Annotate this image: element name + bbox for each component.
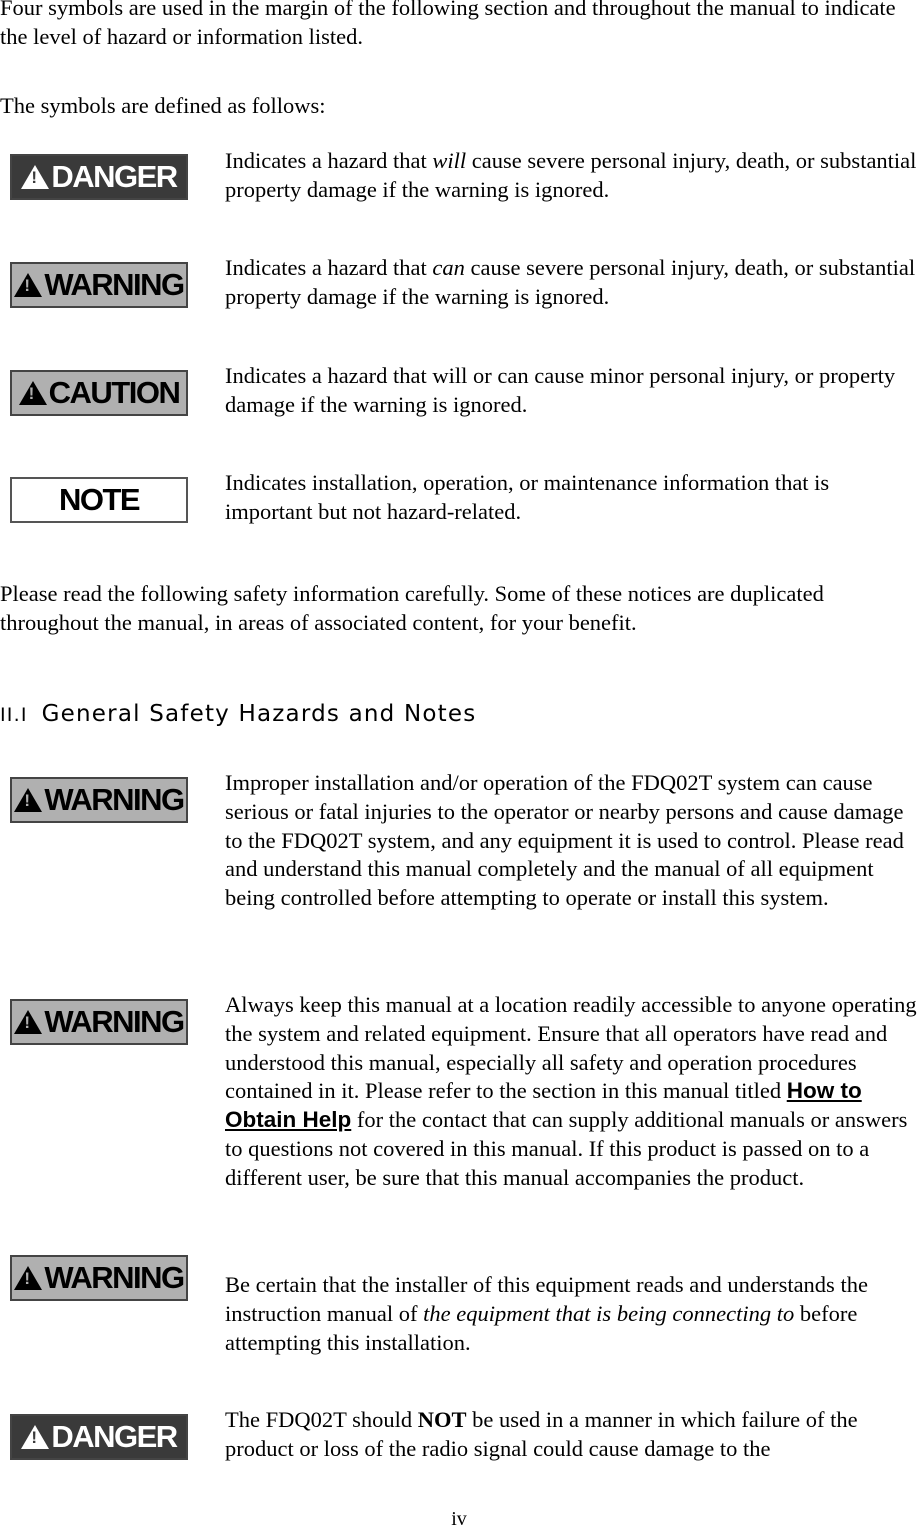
section-heading: II.I General Safety Hazards and Notes [0, 701, 477, 727]
note-definition: Indicates installation, operation, or ma… [225, 470, 830, 524]
caution-definition: Indicates a hazard that will or can caus… [225, 363, 896, 417]
caution-badge: CAUTION [10, 370, 188, 416]
intro-paragraph: Four symbols are used in the margin of t… [0, 0, 896, 49]
warning-triangle-icon [14, 1266, 43, 1290]
page-number: iv [451, 1508, 467, 1530]
warning-badge: WARNING [10, 262, 188, 308]
warning-triangle-icon [21, 165, 50, 189]
warning-definition: Indicates a hazard that can cause severe… [225, 255, 916, 309]
danger-definition: Indicates a hazard that will cause sever… [225, 148, 917, 202]
warning-badge: WARNING [10, 777, 188, 823]
hazard-text: The FDQ02T should NOT be used in a manne… [225, 1407, 858, 1461]
hazard-text: Improper installation and/or operation o… [225, 770, 904, 911]
warning-triangle-icon [18, 381, 47, 405]
warning-triangle-icon [21, 1425, 50, 1449]
hazard-text: Be certain that the installer of this eq… [225, 1272, 868, 1355]
warning-triangle-icon [14, 1010, 43, 1034]
warning-triangle-icon [14, 273, 43, 297]
warning-triangle-icon [14, 788, 43, 812]
hazard-text: Always keep this manual at a location re… [225, 992, 917, 1190]
danger-badge: DANGER [10, 1414, 188, 1460]
notice-paragraph: Please read the following safety informa… [0, 581, 824, 635]
note-badge: NOTE [10, 477, 188, 523]
danger-badge: DANGER [10, 154, 188, 200]
symbols-intro: The symbols are defined as follows: [0, 93, 326, 118]
warning-badge: WARNING [10, 999, 188, 1045]
warning-badge: WARNING [10, 1255, 188, 1301]
